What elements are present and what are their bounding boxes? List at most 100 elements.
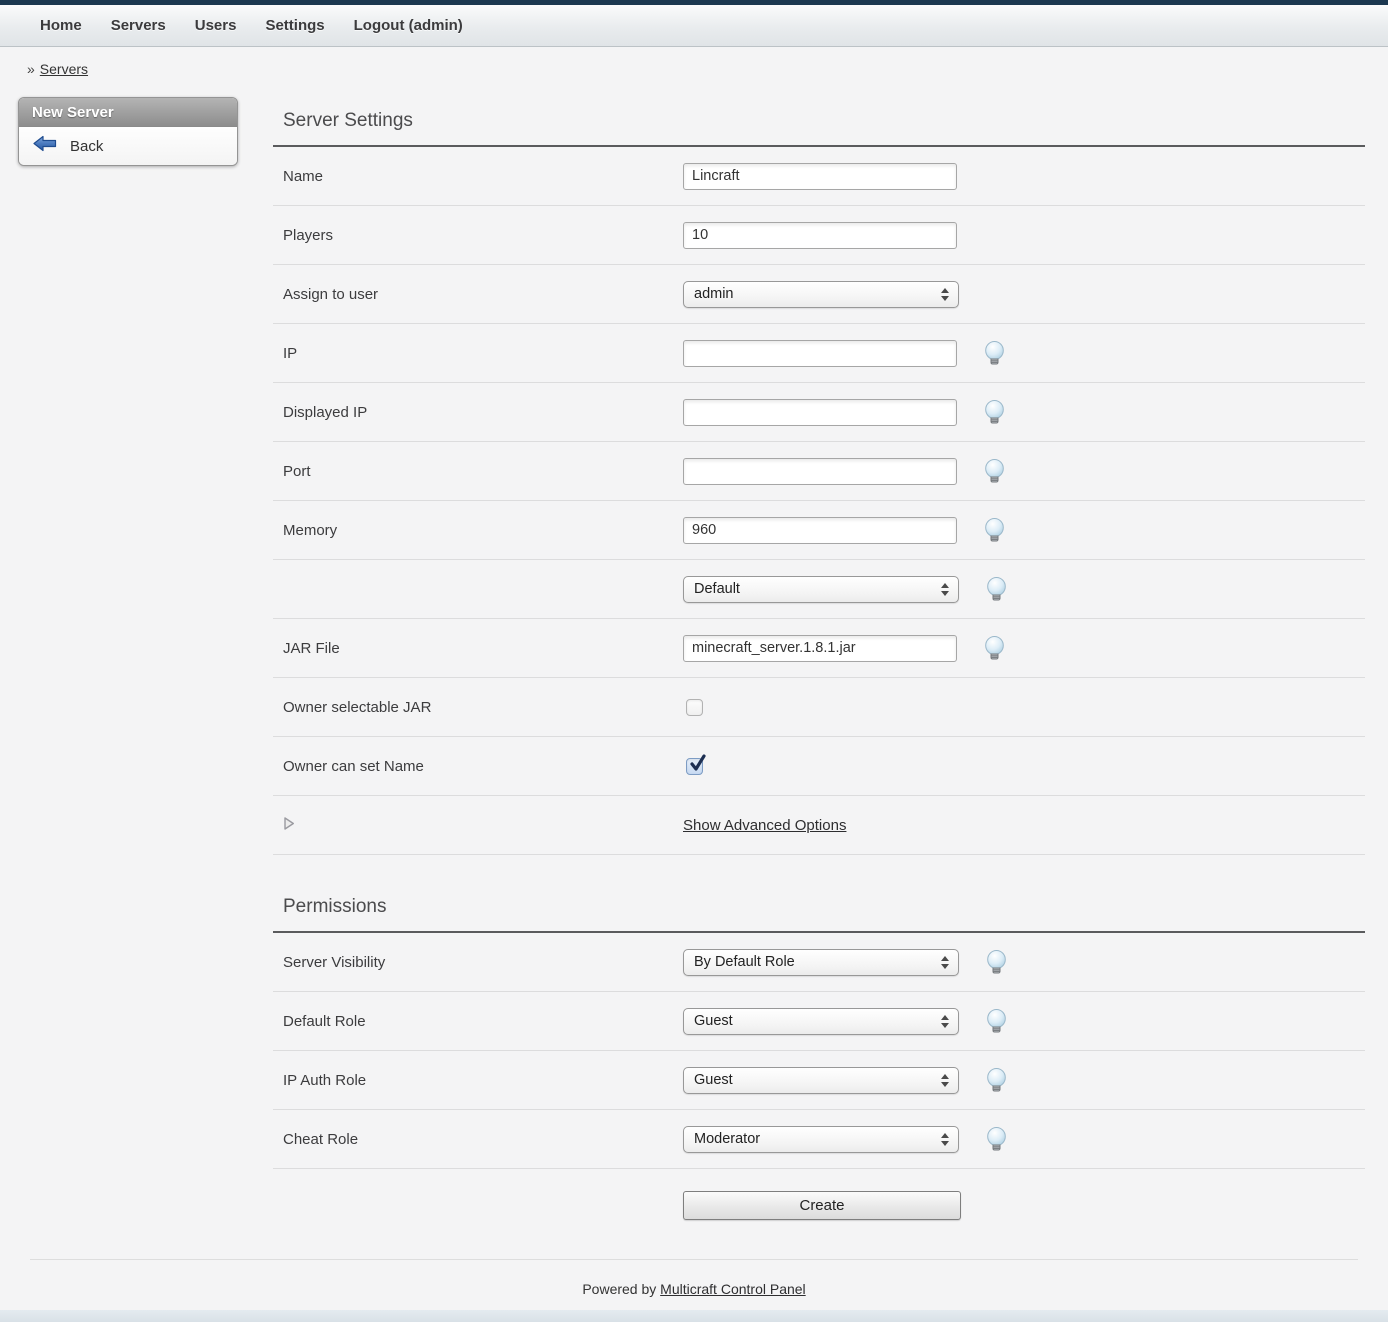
lightbulb-icon[interactable] bbox=[986, 1068, 1007, 1092]
field-label-default-role: Default Role bbox=[283, 1013, 683, 1030]
players-input[interactable] bbox=[683, 222, 957, 249]
lightbulb-icon[interactable] bbox=[984, 518, 1005, 542]
lightbulb-icon[interactable] bbox=[984, 341, 1005, 365]
field-label-owner-selectable-jar: Owner selectable JAR bbox=[283, 699, 683, 716]
lightbulb-icon[interactable] bbox=[986, 1009, 1007, 1033]
ip-input[interactable] bbox=[683, 340, 957, 367]
field-ip bbox=[683, 340, 1005, 367]
field-label-assign-to-user: Assign to user bbox=[283, 286, 683, 303]
field-label-server-visibility: Server Visibility bbox=[283, 954, 683, 971]
field-port bbox=[683, 458, 1005, 485]
form-row-memory-preset: Default bbox=[273, 560, 1365, 619]
field-ip-auth-role: Guest bbox=[683, 1067, 1007, 1094]
footer-text: Powered by bbox=[582, 1281, 656, 1297]
form-row-name: Name bbox=[273, 147, 1365, 206]
field-server-visibility: By Default Role bbox=[683, 949, 1007, 976]
field-memory-preset: Default bbox=[683, 576, 1007, 603]
owner-can-set-name-checkbox[interactable] bbox=[686, 758, 703, 775]
server-visibility-select[interactable]: By Default Role bbox=[683, 949, 959, 976]
updown-stepper-icon bbox=[941, 1015, 949, 1028]
owner-selectable-jar-checkbox[interactable] bbox=[686, 699, 703, 716]
default-role-select-value: Guest bbox=[694, 1013, 733, 1029]
field-default-role: Guest bbox=[683, 1008, 1007, 1035]
field-owner-can-set-name bbox=[683, 758, 703, 775]
memory-preset-select[interactable]: Default bbox=[683, 576, 959, 603]
assign-to-user-select[interactable]: admin bbox=[683, 281, 959, 308]
field-cheat-role: Moderator bbox=[683, 1126, 1007, 1153]
lightbulb-icon[interactable] bbox=[984, 400, 1005, 424]
field-memory bbox=[683, 517, 1005, 544]
field-label-displayed-ip: Displayed IP bbox=[283, 404, 683, 421]
lightbulb-icon[interactable] bbox=[986, 1127, 1007, 1151]
form-row-default-role: Default Role Guest bbox=[273, 992, 1365, 1051]
form-row-assign-to-user: Assign to user admin bbox=[273, 265, 1365, 324]
field-label-ip: IP bbox=[283, 345, 683, 362]
main-content: Server Settings Name Players Assign to use… bbox=[273, 110, 1365, 1220]
field-label-owner-can-set-name: Owner can set Name bbox=[283, 758, 683, 775]
field-label-show-advanced-options bbox=[283, 816, 683, 835]
show-advanced-options-link[interactable]: Show Advanced Options bbox=[683, 817, 846, 834]
nav-item-logout-admin[interactable]: Logout (admin) bbox=[354, 17, 463, 34]
form-row-memory: Memory bbox=[273, 501, 1365, 560]
form-row-server-visibility: Server Visibility By Default Role bbox=[273, 933, 1365, 992]
field-label-cheat-role: Cheat Role bbox=[283, 1131, 683, 1148]
footer: Powered by Multicraft Control Panel bbox=[30, 1259, 1358, 1297]
cheat-role-select-value: Moderator bbox=[694, 1131, 760, 1147]
cheat-role-select[interactable]: Moderator bbox=[683, 1126, 959, 1153]
create-button[interactable]: Create bbox=[683, 1191, 961, 1220]
field-assign-to-user: admin bbox=[683, 281, 959, 308]
memory-preset-select-value: Default bbox=[694, 581, 740, 597]
assign-to-user-select-value: admin bbox=[694, 286, 734, 302]
server-visibility-select-value: By Default Role bbox=[694, 954, 795, 970]
name-input[interactable] bbox=[683, 163, 957, 190]
form-row-displayed-ip: Displayed IP bbox=[273, 383, 1365, 442]
form-row-players: Players bbox=[273, 206, 1365, 265]
jar-file-input[interactable] bbox=[683, 635, 957, 662]
ip-auth-role-select[interactable]: Guest bbox=[683, 1067, 959, 1094]
back-arrow-icon bbox=[33, 135, 57, 157]
breadcrumb-link-servers[interactable]: Servers bbox=[40, 61, 88, 77]
nav-item-home[interactable]: Home bbox=[40, 17, 82, 34]
field-label-memory: Memory bbox=[283, 522, 683, 539]
submit-row: Create bbox=[273, 1169, 1365, 1220]
updown-stepper-icon bbox=[941, 1074, 949, 1087]
nav-item-servers[interactable]: Servers bbox=[111, 17, 166, 34]
field-label-players: Players bbox=[283, 227, 683, 244]
field-owner-selectable-jar bbox=[683, 699, 703, 716]
field-displayed-ip bbox=[683, 399, 1005, 426]
back-button[interactable]: Back bbox=[19, 127, 237, 165]
memory-input[interactable] bbox=[683, 517, 957, 544]
form-row-ip: IP bbox=[273, 324, 1365, 383]
field-label-ip-auth-role: IP Auth Role bbox=[283, 1072, 683, 1089]
form-row-owner-selectable-jar: Owner selectable JAR bbox=[273, 678, 1365, 737]
nav-item-users[interactable]: Users bbox=[195, 17, 237, 34]
default-role-select[interactable]: Guest bbox=[683, 1008, 959, 1035]
field-label-jar-file: JAR File bbox=[283, 640, 683, 657]
lightbulb-icon[interactable] bbox=[984, 636, 1005, 660]
lightbulb-icon[interactable] bbox=[984, 459, 1005, 483]
field-players bbox=[683, 222, 957, 249]
footer-link-multicraft[interactable]: Multicraft Control Panel bbox=[660, 1281, 806, 1297]
back-label: Back bbox=[70, 138, 103, 155]
breadcrumb: » Servers bbox=[27, 61, 1388, 77]
displayed-ip-input[interactable] bbox=[683, 399, 957, 426]
ip-auth-role-select-value: Guest bbox=[694, 1072, 733, 1088]
sidebar-panel: New Server Back bbox=[18, 97, 238, 166]
nav-item-settings[interactable]: Settings bbox=[265, 17, 324, 34]
form-row-ip-auth-role: IP Auth Role Guest bbox=[273, 1051, 1365, 1110]
form-row-jar-file: JAR File bbox=[273, 619, 1365, 678]
updown-stepper-icon bbox=[941, 1133, 949, 1146]
port-input[interactable] bbox=[683, 458, 957, 485]
updown-stepper-icon bbox=[941, 956, 949, 969]
form-row-port: Port bbox=[273, 442, 1365, 501]
section-title-server-settings: Server Settings bbox=[273, 110, 1365, 147]
lightbulb-icon[interactable] bbox=[986, 577, 1007, 601]
disclosure-triangle-icon[interactable] bbox=[283, 818, 295, 835]
main-nav: Home Servers Users Settings Logout (admin) bbox=[0, 5, 1388, 47]
sidebar-title: New Server bbox=[19, 98, 237, 127]
form-row-owner-can-set-name: Owner can set Name bbox=[273, 737, 1365, 796]
field-label-name: Name bbox=[283, 168, 683, 185]
lightbulb-icon[interactable] bbox=[986, 950, 1007, 974]
breadcrumb-marker: » bbox=[27, 61, 35, 77]
field-name bbox=[683, 163, 957, 190]
